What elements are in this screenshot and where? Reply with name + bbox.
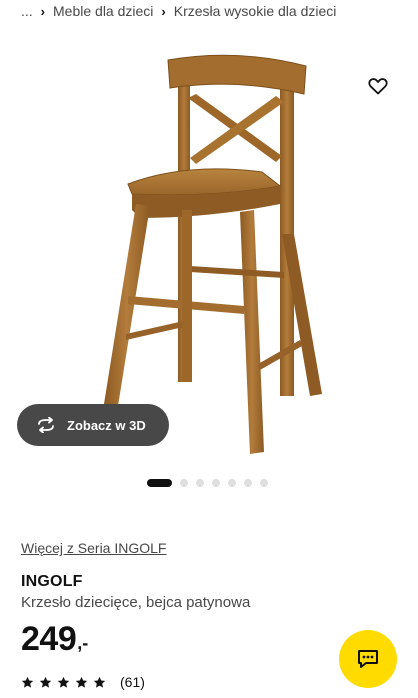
carousel-dot[interactable] <box>244 479 252 487</box>
rating-stars <box>21 676 106 689</box>
star-icon <box>75 676 88 688</box>
product-rating[interactable]: (61) <box>21 673 145 691</box>
star-icon <box>39 676 52 688</box>
product-price: 249 ,- <box>21 620 88 666</box>
heart-outline-icon <box>368 78 388 95</box>
carousel-dots <box>147 479 268 487</box>
carousel-dot[interactable] <box>260 479 268 487</box>
breadcrumb-ellipsis[interactable]: ... <box>21 3 33 19</box>
rotate-3d-icon <box>38 417 54 433</box>
chevron-right-icon: › <box>40 3 46 19</box>
breadcrumb-item-high-chairs[interactable]: Krzesła wysokie dla dzieci <box>174 3 337 19</box>
chair-image <box>104 54 322 454</box>
product-image[interactable] <box>0 34 418 456</box>
chat-button[interactable] <box>339 630 397 688</box>
carousel-dot[interactable] <box>147 479 172 487</box>
star-icon <box>93 676 106 688</box>
carousel-dot[interactable] <box>212 479 220 487</box>
series-link[interactable]: Więcej z Seria INGOLF <box>21 540 166 556</box>
chat-icon <box>358 650 378 668</box>
carousel-dot[interactable] <box>180 479 188 487</box>
carousel-dot[interactable] <box>196 479 204 487</box>
price-integer: 249 <box>21 620 77 658</box>
product-name: INGOLF <box>21 573 83 590</box>
breadcrumb-item-children-furniture[interactable]: Meble dla dzieci <box>53 3 153 19</box>
star-icon <box>57 676 70 688</box>
view-3d-label: Zobacz w 3D <box>67 417 146 433</box>
carousel-dot[interactable] <box>228 479 236 487</box>
product-description: Krzesło dziecięce, bejca patynowa <box>21 594 251 611</box>
rating-count: (61) <box>120 674 145 690</box>
view-3d-button[interactable]: Zobacz w 3D <box>17 404 169 446</box>
breadcrumb: ... › Meble dla dzieci › Krzesła wysokie… <box>21 0 336 22</box>
star-icon <box>21 676 34 688</box>
chevron-right-icon: › <box>161 3 166 19</box>
favorite-button[interactable] <box>366 74 390 98</box>
price-decimal: ,- <box>77 633 89 653</box>
